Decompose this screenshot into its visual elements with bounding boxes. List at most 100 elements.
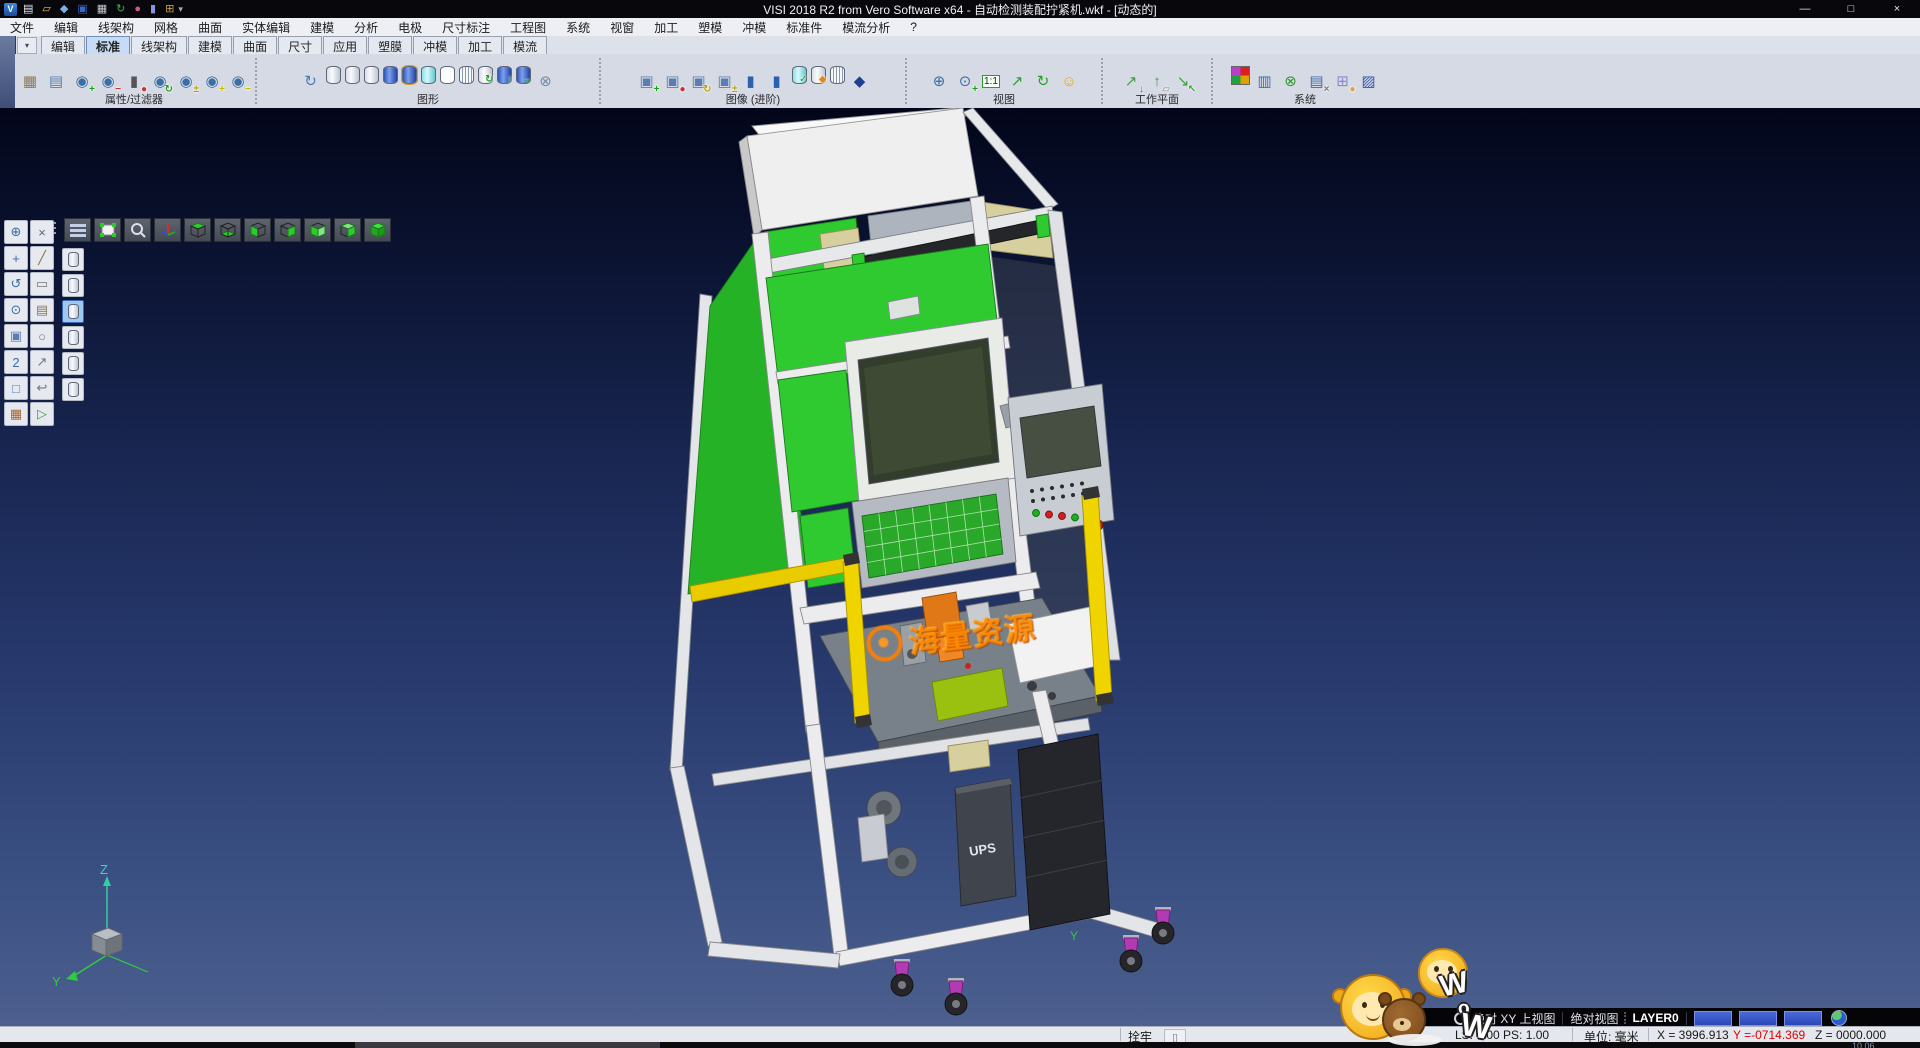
close-button[interactable]: × (1874, 0, 1920, 18)
display-settings-icon[interactable]: ▥ (1254, 69, 1276, 93)
layers-panel-icon[interactable]: ▤ (30, 298, 54, 322)
delete-icon[interactable]: × (30, 220, 54, 244)
view-left-icon[interactable] (244, 218, 271, 242)
display-mode-5[interactable] (62, 352, 84, 375)
ribbon-tab[interactable]: 标准 (86, 36, 130, 54)
minimize-button[interactable]: — (1782, 0, 1828, 18)
style-ghost-3-icon[interactable] (364, 66, 379, 84)
menu-item[interactable]: 编辑 (44, 18, 88, 36)
grid-icon[interactable]: ▨ (1358, 69, 1380, 93)
workplane-move-icon[interactable]: ↘↖ (1172, 69, 1194, 93)
3d-viewport[interactable]: UPS Y (0, 108, 1920, 1042)
app-icon[interactable]: V (4, 3, 17, 16)
axis-view-icon[interactable] (154, 218, 181, 242)
view-bottom-icon[interactable] (214, 218, 241, 242)
menu-item[interactable]: ? (900, 18, 927, 36)
menu-item[interactable]: 分析 (344, 18, 388, 36)
workplane-set-icon[interactable]: ↗↓ (1120, 69, 1142, 93)
ribbon-tab[interactable]: 线架构 (131, 36, 187, 54)
workplane-align-icon[interactable]: ↑▱ (1146, 69, 1168, 93)
options-icon[interactable]: ▤× (1306, 69, 1328, 93)
toggle-visibility-icon[interactable]: ◉± (175, 69, 197, 93)
style-shaded-icon[interactable] (383, 66, 398, 84)
view-top-icon[interactable] (184, 218, 211, 242)
pan-icon[interactable]: ↗ (1006, 69, 1028, 93)
menu-item[interactable]: 视窗 (600, 18, 644, 36)
maximize-button[interactable]: □ (1828, 0, 1874, 18)
sketch-line-icon[interactable]: ╱ (30, 246, 54, 270)
style-ghost-1-icon[interactable] (326, 66, 341, 84)
system-settings-icon[interactable]: ⊗ (1280, 69, 1302, 93)
visibility-traffic-icon[interactable]: ▮● (123, 69, 145, 93)
ribbon-tab[interactable]: 加工 (458, 36, 502, 54)
absolute-view-label[interactable]: 绝对视图 (1570, 1010, 1618, 1027)
menu-item[interactable]: 系统 (556, 18, 600, 36)
style-transparent-icon[interactable] (421, 66, 436, 84)
menu-item[interactable]: 尺寸标注 (432, 18, 500, 36)
menu-item[interactable]: 标准件 (776, 18, 832, 36)
display-mode-4[interactable] (62, 326, 84, 349)
menu-item[interactable]: 加工 (644, 18, 688, 36)
cylinder-check-icon[interactable]: ✓ (792, 66, 807, 84)
zoom-fit-icon[interactable] (94, 218, 121, 242)
open-file-icon[interactable]: ▱ (42, 3, 50, 16)
circle-center-icon[interactable]: ⊙ (4, 298, 28, 322)
recycle-bin-icon[interactable]: ▦ (19, 69, 41, 93)
menu-item[interactable]: 工程图 (500, 18, 556, 36)
display-mode-2[interactable] (62, 274, 84, 297)
redraw-icon[interactable]: ↻ (300, 69, 322, 93)
menu-item[interactable]: 建模 (300, 18, 344, 36)
zoom-fit-icon[interactable]: ⊙+ (954, 69, 976, 93)
print-icon[interactable]: ▦ (97, 3, 107, 16)
style-move-icon[interactable]: → (516, 66, 531, 84)
new-file-icon[interactable]: ▤ (23, 3, 33, 16)
cylinder-corner-icon[interactable]: ◆ (811, 66, 826, 84)
arrow-icon[interactable]: ↗ (30, 350, 54, 374)
menu-item[interactable]: 模流分析 (832, 18, 900, 36)
zoom-in-icon[interactable]: ⊕ (928, 69, 950, 93)
menu-item[interactable]: 文件 (0, 18, 44, 36)
style-refresh-icon[interactable]: ↻ (478, 66, 493, 84)
ribbon-tab[interactable]: 曲面 (233, 36, 277, 54)
style-shaded-active-icon[interactable] (402, 66, 417, 84)
highlight-add-icon[interactable]: ◉+ (201, 69, 223, 93)
circle-icon[interactable]: ○ (30, 324, 54, 348)
color-palette-icon[interactable] (1231, 66, 1250, 85)
ribbon-tab[interactable]: 建模 (188, 36, 232, 54)
box-icon[interactable]: □ (4, 376, 28, 400)
ribbon-tab[interactable]: 应用 (323, 36, 367, 54)
style-ghost-2-icon[interactable] (345, 66, 360, 84)
menu-item[interactable]: 线架构 (88, 18, 144, 36)
zoom-select-icon[interactable]: ⊕ (4, 220, 28, 244)
ribbon-tab[interactable]: 冲模 (413, 36, 457, 54)
save-icon[interactable]: ▣ (77, 3, 87, 16)
undo-view-icon[interactable]: ↺ (4, 272, 28, 296)
qat-dropdown-icon[interactable]: ▾ (178, 4, 183, 15)
ribbon-tab[interactable]: 尺寸 (278, 36, 322, 54)
column-display-2-icon[interactable]: ▮ (766, 69, 788, 93)
ribbon-tab[interactable]: 编辑 (41, 36, 85, 54)
block-icon[interactable]: ▣ (4, 324, 28, 348)
cylinder-wire-icon[interactable] (830, 66, 845, 84)
view-mode-icon[interactable]: ▮ (150, 3, 156, 16)
material-icon[interactable]: ▦ (4, 402, 28, 426)
ribbon-tab[interactable]: 塑膜 (368, 36, 412, 54)
style-wireframe-icon[interactable] (459, 66, 474, 84)
style-outline-icon[interactable] (440, 66, 455, 84)
rotate-view-icon[interactable]: ↻ (1032, 69, 1054, 93)
view-face-icon[interactable]: ☺ (1058, 69, 1080, 93)
zoom-1-1-icon[interactable]: 1:1 (980, 69, 1002, 93)
view-menu-icon[interactable] (64, 218, 91, 242)
status-blue-button[interactable] (1784, 1011, 1822, 1026)
ribbon-collapse-icon[interactable]: ▾ (17, 37, 37, 54)
layer-indicator[interactable]: LAYER0 (1632, 1011, 1678, 1025)
menu-item[interactable]: 实体编辑 (232, 18, 300, 36)
add-point-icon[interactable]: + (4, 246, 28, 270)
image-add-icon[interactable]: ▣+ (636, 69, 658, 93)
style-swap-icon[interactable]: ↕ (497, 66, 512, 84)
view-front-icon[interactable] (304, 218, 331, 242)
view-right-icon[interactable] (274, 218, 301, 242)
ribbon-tab[interactable]: 模流 (503, 36, 547, 54)
refresh-visibility-icon[interactable]: ◉↻ (149, 69, 171, 93)
hide-remove-icon[interactable]: ◉− (97, 69, 119, 93)
